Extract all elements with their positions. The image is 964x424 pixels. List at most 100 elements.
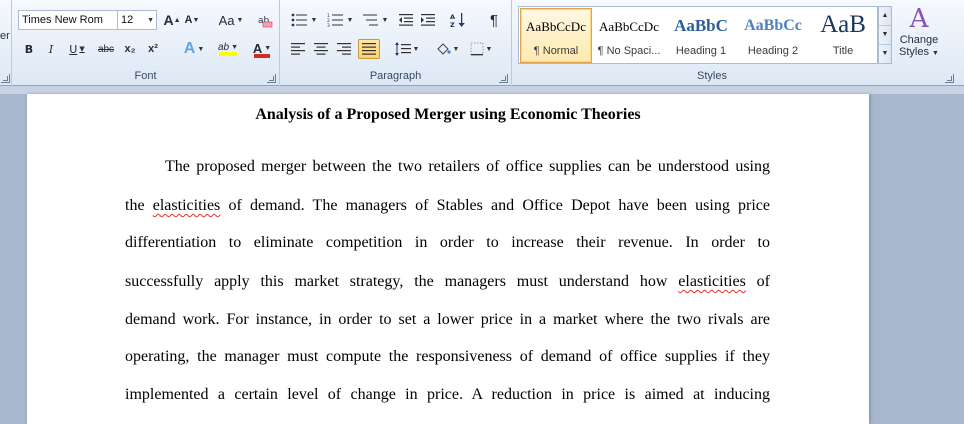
grow-font-icon: A	[163, 12, 174, 28]
shading-button[interactable]: ▼	[432, 39, 462, 59]
body-line[interactable]: successfully apply this market strategy,…	[125, 273, 770, 291]
borders-button[interactable]: ▼	[466, 39, 496, 59]
superscript-button[interactable]: x²	[143, 39, 163, 59]
styles-dialog-launcher[interactable]	[945, 74, 954, 83]
justify-icon	[362, 43, 376, 55]
chevron-down-icon[interactable]: ▼	[879, 26, 891, 45]
body-line[interactable]: demand work. For instance, in order to s…	[125, 311, 770, 329]
styles-group-label: Styles	[697, 70, 727, 82]
ruler-strip	[0, 86, 964, 94]
style-normal-name: ¶ Normal	[533, 45, 579, 57]
align-right-button[interactable]	[334, 39, 354, 59]
shrink-font-icon: A	[184, 14, 193, 26]
sort-button[interactable]: AZ	[448, 10, 468, 30]
font-name-dropdown[interactable]: Times New Rom ▼	[18, 10, 126, 30]
svg-text:3: 3	[327, 23, 330, 27]
text-effects-button[interactable]: A ▼	[180, 39, 208, 59]
body-line[interactable]: The proposed merger between the two reta…	[165, 158, 770, 176]
font-color-button[interactable]: A ▼	[248, 39, 276, 59]
font-color-swatch	[254, 53, 270, 58]
gallery-expand-icon[interactable]: ▼	[879, 45, 891, 64]
change-case-button[interactable]: Aa ▼	[217, 10, 245, 30]
style-no-spacing-name: ¶ No Spaci...	[597, 45, 661, 57]
style-title-sample: AaB	[820, 11, 866, 38]
numbering-icon: 123	[327, 13, 343, 27]
change-styles-button[interactable]: A Change Styles ▼	[894, 4, 944, 68]
grow-font-button[interactable]: A ▲	[162, 10, 182, 30]
document-title[interactable]: Analysis of a Proposed Merger using Econ…	[27, 106, 869, 124]
sort-icon: AZ	[450, 13, 465, 28]
superscript-icon: x²	[148, 43, 158, 55]
bullets-button[interactable]: ▼	[288, 10, 320, 30]
change-styles-label: Change	[899, 34, 939, 46]
decrease-indent-button[interactable]	[396, 10, 416, 30]
style-no-spacing-sample: AaBbCcDc	[599, 19, 659, 34]
style-heading-1-sample: AaBbC	[674, 16, 728, 35]
underline-button[interactable]: U ▼	[64, 39, 90, 59]
style-heading-1[interactable]: AaBbC Heading 1	[665, 8, 737, 63]
font-name-value: Times New Rom	[22, 14, 103, 26]
chevron-up-icon[interactable]: ▲	[879, 7, 891, 26]
body-line[interactable]: implemented a certain level of change in…	[125, 386, 770, 404]
underline-icon: U	[69, 42, 78, 56]
ribbon: er Times New Rom ▼ 12 ▼ A▲ A▼ Aa▼ ab B I…	[0, 0, 964, 86]
paragraph-dialog-launcher[interactable]	[499, 74, 508, 83]
style-heading-2-name: Heading 2	[747, 45, 799, 57]
align-left-button[interactable]	[288, 39, 308, 59]
multilevel-list-icon	[362, 14, 378, 26]
borders-icon	[470, 42, 484, 56]
style-title-name: Title	[832, 45, 854, 57]
text-effects-icon: A	[183, 40, 196, 57]
body-line[interactable]: differentiation to eliminate competition…	[125, 234, 770, 252]
italic-button[interactable]: I	[42, 39, 60, 59]
change-styles-label-2: Styles ▼	[894, 46, 944, 60]
chevron-down-icon: ▼	[147, 17, 154, 24]
font-dialog-launcher[interactable]	[267, 74, 276, 83]
highlight-color-swatch	[219, 52, 237, 56]
paragraph-group: ▼ 1 2 3 ▼ ▼ AZ ¶ ▼ ▼ ▼ Paragraph	[280, 0, 512, 86]
svg-text:A: A	[450, 13, 455, 21]
justify-button[interactable]	[358, 39, 380, 59]
change-styles-icon: A	[909, 4, 929, 34]
font-group: Times New Rom ▼ 12 ▼ A▲ A▼ Aa▼ ab B I U▼…	[12, 0, 280, 86]
show-formatting-marks-button[interactable]: ¶	[484, 10, 504, 30]
style-normal-sample: AaBbCcDc	[526, 19, 586, 34]
style-heading-1-name: Heading 1	[675, 45, 727, 57]
align-left-icon	[291, 43, 305, 55]
font-size-value: 12	[121, 14, 134, 26]
misspelled-word[interactable]: elasticities	[678, 273, 746, 290]
highlight-button[interactable]: ab ▼	[212, 39, 244, 59]
line-spacing-button[interactable]: ▼	[392, 39, 422, 59]
numbering-button[interactable]: 1 2 3 ▼	[324, 10, 356, 30]
clipboard-clipped-label: er	[0, 30, 10, 42]
body-line[interactable]: the elasticities of demand. The managers…	[125, 197, 770, 215]
styles-gallery: AaBbCcDc ¶ Normal AaBbCcDc ¶ No Spaci...…	[518, 6, 878, 64]
chevron-down-icon: ▼	[932, 50, 939, 57]
align-center-icon	[314, 43, 328, 55]
paint-bucket-icon	[436, 43, 451, 55]
shrink-font-button[interactable]: A ▼	[183, 10, 201, 30]
style-normal[interactable]: AaBbCcDc ¶ Normal	[520, 8, 592, 63]
clipboard-group: er	[0, 0, 12, 86]
bold-button[interactable]: B	[20, 39, 38, 59]
style-no-spacing[interactable]: AaBbCcDc ¶ No Spaci...	[593, 8, 665, 63]
document-page[interactable]: Analysis of a Proposed Merger using Econ…	[27, 94, 869, 424]
increase-indent-button[interactable]	[418, 10, 438, 30]
style-heading-2[interactable]: AaBbCc Heading 2	[737, 8, 809, 63]
style-heading-2-sample: AaBbCc	[744, 17, 802, 34]
body-line[interactable]: operating, the manager must compute the …	[125, 348, 770, 366]
misspelled-word[interactable]: elasticities	[153, 197, 221, 214]
clipboard-launcher[interactable]	[1, 74, 10, 83]
clear-formatting-button[interactable]: ab	[255, 10, 275, 30]
style-title[interactable]: AaB Title	[807, 8, 879, 63]
strikethrough-button[interactable]: abc	[94, 39, 118, 59]
subscript-button[interactable]: x₂	[120, 39, 140, 59]
clear-formatting-icon: ab	[258, 16, 273, 28]
font-group-label: Font	[134, 70, 157, 82]
align-center-button[interactable]	[311, 39, 331, 59]
multilevel-list-button[interactable]: ▼	[360, 10, 390, 30]
change-styles-label-2-text: Styles	[899, 46, 929, 58]
font-size-dropdown[interactable]: 12 ▼	[117, 10, 157, 30]
pilcrow-icon: ¶	[489, 11, 499, 29]
styles-gallery-scroll[interactable]: ▲ ▼ ▼	[878, 6, 892, 64]
